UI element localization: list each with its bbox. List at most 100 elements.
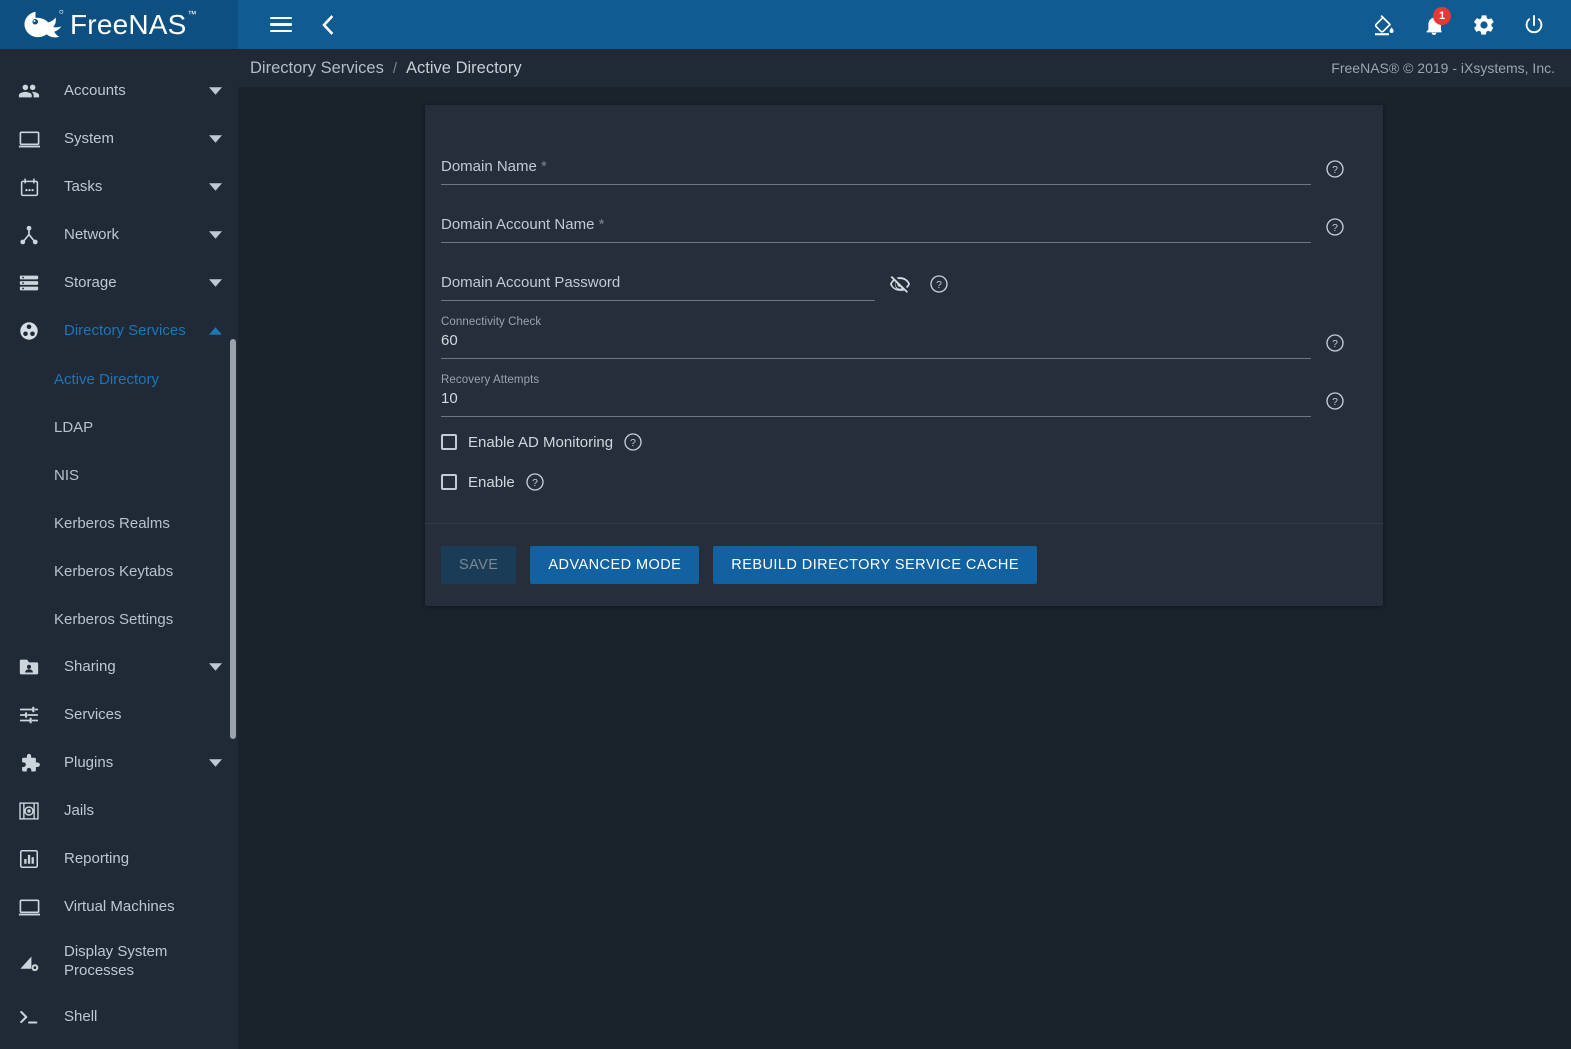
field-domain-account-password-wrap: Domain Account Password [441,245,889,301]
chevron-down-icon [206,87,224,95]
sidebar-item-virtual-machines[interactable]: Virtual Machines [0,883,238,931]
recovery-attempts-input[interactable]: 10 [441,389,1311,410]
bar-chart-icon [12,848,46,870]
domain-account-password-input[interactable]: Domain Account Password [441,273,875,294]
domain-name-input[interactable]: Domain Name * [441,157,1311,178]
sidebar-item-label: Tasks [64,177,103,195]
sidebar-item-label: Jails [64,801,95,819]
sidebar-item-accounts[interactable]: Accounts [0,67,238,115]
menu-toggle-button[interactable] [262,6,300,44]
svg-text:?: ? [1332,223,1338,234]
settings-button[interactable] [1465,6,1503,44]
sidebar-item-label: Network [64,225,120,243]
help-circle-icon[interactable]: ? [623,432,643,452]
power-icon [1525,14,1543,33]
power-button[interactable] [1515,6,1553,44]
rebuild-cache-button[interactable]: REBUILD DIRECTORY SERVICE CACHE [713,546,1037,584]
domain-account-name-placeholder: Domain Account Name [441,216,595,233]
gear-icon [1474,14,1494,35]
sidebar-subitem-kerberos-keytabs[interactable]: Kerberos Keytabs [0,547,238,595]
sidebar-item-label: Storage [64,273,117,291]
field-domain-account-name-row[interactable]: Domain Account Name * [441,187,1311,236]
breadcrumb-bar: Directory Services / Active Directory Fr… [238,49,1571,87]
sidebar-item-services[interactable]: Services [0,691,238,739]
chevron-down-icon [206,759,224,767]
sidebar-item-jails[interactable]: Jails [0,787,238,835]
help-circle-icon[interactable]: ? [1325,391,1345,411]
sidebar-subitem-label: Kerberos Keytabs [54,562,174,580]
sidebar-subitem-label: Kerberos Settings [54,610,174,628]
jail-cell-icon [12,800,46,822]
sidebar-subitem-label: NIS [54,466,80,484]
field-domain-name-wrap: Domain Name * [441,129,1325,185]
sidebar-item-sharing[interactable]: Sharing [0,643,238,691]
top-bar-actions: 1 [1365,6,1553,44]
back-button[interactable] [308,6,346,44]
brand-logo-area[interactable]: FreeNAS™ [0,0,238,49]
field-domain-name: Domain Name * ? [441,129,1345,185]
sidebar-item-tasks[interactable]: Tasks [0,163,238,211]
help-circle-icon[interactable]: ? [929,274,949,294]
sidebar-item-label: Accounts [64,81,126,99]
chevron-left-icon [321,14,333,35]
sidebar-subitem-active-directory[interactable]: Active Directory [0,355,238,403]
page-area: Domain Name * ? Domain Account Name * ? … [238,87,1571,1049]
sidebar-subitem-ldap[interactable]: LDAP [0,403,238,451]
field-recovery-attempts-row[interactable]: Recovery Attempts 10 [441,361,1311,410]
recovery-attempts-label: Recovery Attempts [441,374,540,386]
paint-pour-icon [1374,14,1394,35]
notification-count-badge: 1 [1433,6,1451,25]
sidebar-item-reporting[interactable]: Reporting [0,835,238,883]
theme-selector-button[interactable] [1365,6,1403,44]
breadcrumb-parent[interactable]: Directory Services [250,59,384,78]
sidebar-item-shell[interactable]: Shell [0,993,238,1041]
field-recovery-attempts: Recovery Attempts 10 ? [441,361,1345,417]
hamburger-menu-icon [270,16,292,33]
sidebar-item-display-system-processes[interactable]: Display System Processes [0,931,238,993]
help-circle-icon[interactable]: ? [1325,217,1345,237]
help-circle-icon[interactable]: ? [1325,159,1345,179]
sidebar-item-directory-services[interactable]: Directory Services [0,307,238,355]
sidebar-subitem-nis[interactable]: NIS [0,451,238,499]
enable-ad-monitoring-label[interactable]: Enable AD Monitoring [468,434,613,451]
enable-ad-monitoring-checkbox[interactable] [441,434,457,450]
enable-label[interactable]: Enable [468,474,515,491]
sidebar-item-label: Services [64,705,122,723]
enable-checkbox[interactable] [441,474,457,490]
body-row: Accounts System Tasks Network Storage Di… [0,49,1571,1049]
breadcrumb: Directory Services / Active Directory [250,59,522,78]
domain-account-name-input[interactable]: Domain Account Name * [441,215,1311,236]
breadcrumb-separator: / [392,59,398,77]
sidebar-subitem-kerberos-settings[interactable]: Kerberos Settings [0,595,238,643]
breadcrumb-current: Active Directory [406,58,522,77]
field-recovery-attempts-wrap: Recovery Attempts 10 [441,361,1325,417]
advanced-mode-button[interactable]: ADVANCED MODE [530,546,700,584]
connectivity-check-label: Connectivity Check [441,316,542,328]
notifications-button[interactable]: 1 [1415,6,1453,44]
puzzle-piece-icon [12,752,46,775]
people-icon [12,80,46,102]
sidebar-scrollbar-thumb[interactable] [230,339,236,739]
sidebar-subitem-kerberos-realms[interactable]: Kerberos Realms [0,499,238,547]
connectivity-check-input[interactable]: 60 [441,331,1311,352]
help-circle-icon[interactable]: ? [525,472,545,492]
sidebar-item-guide[interactable]: Guide [0,1041,238,1049]
field-domain-name-row[interactable]: Domain Name * [441,129,1311,178]
help-circle-icon[interactable]: ? [1325,333,1345,353]
sidebar-item-network[interactable]: Network [0,211,238,259]
field-domain-account-password-row[interactable]: Domain Account Password [441,245,875,294]
sidebar-scrollbar[interactable] [230,339,236,739]
save-button[interactable]: SAVE [441,546,517,584]
sidebar-item-storage[interactable]: Storage [0,259,238,307]
field-domain-account-name-wrap: Domain Account Name * [441,187,1325,243]
sidebar-navigation: Accounts System Tasks Network Storage Di… [0,49,238,1049]
required-marker: * [541,158,547,175]
eye-off-icon[interactable] [889,273,911,295]
sidebar-item-system[interactable]: System [0,115,238,163]
field-underline [441,184,1311,185]
sidebar-item-plugins[interactable]: Plugins [0,739,238,787]
field-underline [441,416,1311,417]
field-connectivity-check-row[interactable]: Connectivity Check 60 [441,303,1311,352]
required-marker: * [598,216,605,233]
calendar-icon [12,177,46,198]
